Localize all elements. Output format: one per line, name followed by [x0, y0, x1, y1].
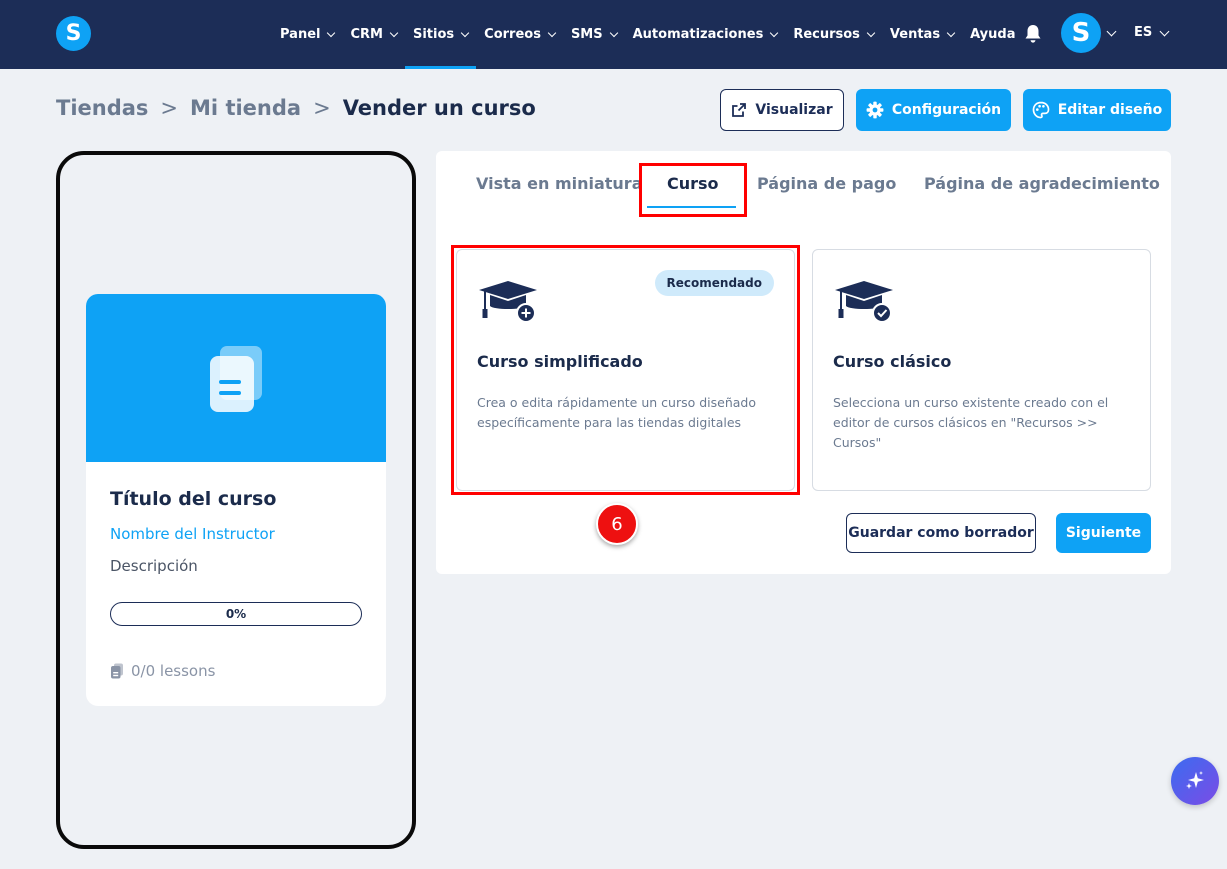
- tab-highlight-box: [639, 163, 747, 217]
- document-icon: [110, 663, 124, 679]
- chevron-down-icon: [609, 28, 618, 37]
- page-title: Vender un curso: [342, 96, 536, 120]
- nav-item-recursos[interactable]: Recursos: [785, 0, 882, 69]
- graduation-cap-check-icon: [835, 281, 893, 323]
- nav-item-label: SMS: [570, 27, 603, 42]
- course-description: Descripción: [110, 557, 198, 575]
- nav-item-ventas[interactable]: Ventas: [882, 0, 962, 69]
- breadcrumb: Tiendas > Mi tienda > Vender un curso: [56, 96, 536, 120]
- option-classic-title: Curso clásico: [833, 352, 952, 371]
- chevron-down-icon: [866, 28, 876, 37]
- lessons-count: 0/0 lessons: [110, 662, 215, 680]
- nav-item-sms[interactable]: SMS: [563, 0, 625, 69]
- course-settings-panel: Vista en miniatura Curso Página de pago …: [436, 151, 1171, 574]
- palette-icon: [1032, 101, 1050, 119]
- language-selector[interactable]: ES: [1134, 25, 1152, 40]
- save-draft-button[interactable]: Guardar como borrador: [846, 513, 1036, 553]
- chevron-down-icon: [460, 28, 470, 37]
- next-button[interactable]: Siguiente: [1056, 513, 1151, 553]
- chevron-down-icon: [389, 28, 399, 37]
- visualize-button[interactable]: Visualizar: [720, 89, 844, 131]
- document-stack-icon: [210, 346, 262, 412]
- nav-item-sitios[interactable]: Sitios: [404, 0, 477, 69]
- course-banner: [86, 294, 386, 462]
- edit-design-button[interactable]: Editar diseño: [1023, 89, 1171, 131]
- lessons-label: 0/0 lessons: [131, 662, 216, 680]
- chevron-down-icon: [770, 28, 779, 37]
- top-navbar: S Panel CRM Sitios Correos SMS Automatiz…: [0, 0, 1227, 69]
- tab-payment-page[interactable]: Página de pago: [757, 174, 896, 193]
- tab-thumbnail[interactable]: Vista en miniatura: [476, 174, 643, 193]
- course-preview-card: Título del curso Nombre del Instructor D…: [86, 294, 386, 706]
- breadcrumb-item-mi-tienda[interactable]: Mi tienda: [190, 96, 301, 120]
- nav-item-automatizaciones[interactable]: Automatizaciones: [625, 0, 786, 69]
- tab-thanks-page[interactable]: Página de agradecimiento: [924, 174, 1160, 193]
- nav-item-label: Ventas: [889, 27, 941, 42]
- bell-icon[interactable]: [1024, 24, 1042, 44]
- progress-bar: 0%: [110, 602, 362, 626]
- external-link-icon: [731, 102, 747, 118]
- option-classic-course[interactable]: Curso clásico Selecciona un curso existe…: [812, 249, 1151, 491]
- step-number-badge: 6: [596, 503, 638, 545]
- nav-item-label: CRM: [350, 27, 383, 42]
- option-classic-description: Selecciona un curso existente creado con…: [833, 395, 1109, 450]
- next-label: Siguiente: [1065, 525, 1142, 541]
- option-highlight-box: [451, 245, 800, 495]
- breadcrumb-item-tiendas[interactable]: Tiendas: [56, 96, 148, 120]
- gear-icon: [866, 101, 884, 119]
- configuration-label: Configuración: [891, 102, 1002, 118]
- nav-item-ayuda[interactable]: Ayuda: [962, 0, 1023, 69]
- breadcrumb-separator: >: [160, 96, 179, 120]
- instructor-name: Nombre del Instructor: [110, 525, 275, 543]
- chevron-down-icon: [327, 28, 336, 37]
- app-logo[interactable]: S: [56, 16, 91, 51]
- nav-item-label: Sitios: [412, 27, 455, 42]
- visualize-label: Visualizar: [755, 102, 833, 118]
- ai-assistant-button[interactable]: [1171, 757, 1219, 805]
- chevron-down-icon[interactable]: [1106, 26, 1117, 37]
- save-draft-label: Guardar como borrador: [848, 525, 1034, 541]
- nav-item-label: Panel: [280, 27, 321, 42]
- progress-label: 0%: [225, 607, 247, 621]
- sparkle-icon: [1186, 771, 1204, 789]
- course-title: Título del curso: [110, 488, 277, 510]
- chevron-down-icon: [946, 28, 956, 37]
- user-avatar[interactable]: S: [1061, 13, 1101, 53]
- nav-item-label: Recursos: [793, 27, 860, 42]
- nav-item-crm[interactable]: CRM: [342, 0, 405, 69]
- nav-item-label: Automatizaciones: [632, 27, 764, 42]
- chevron-down-icon[interactable]: [1159, 26, 1170, 37]
- nav-item-label: Correos: [484, 27, 541, 42]
- configuration-button[interactable]: Configuración: [856, 89, 1011, 131]
- breadcrumb-separator: >: [313, 96, 331, 120]
- chevron-down-icon: [547, 28, 557, 37]
- nav-item-correos[interactable]: Correos: [476, 0, 563, 69]
- edit-design-label: Editar diseño: [1057, 102, 1163, 118]
- nav-item-panel[interactable]: Panel: [272, 0, 342, 69]
- main-nav: Panel CRM Sitios Correos SMS Automatizac…: [272, 0, 1023, 69]
- nav-item-label: Ayuda: [970, 27, 1016, 42]
